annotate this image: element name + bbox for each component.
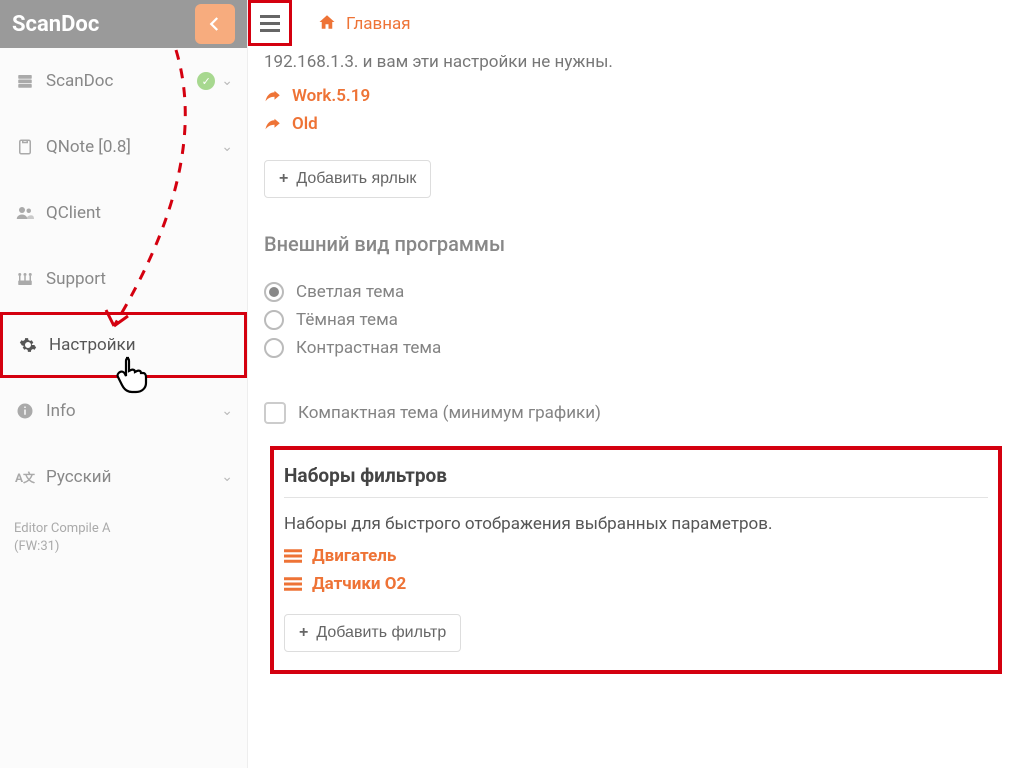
- sidebar-item-scandoc[interactable]: ScanDoc ✓ ⌄: [0, 48, 247, 114]
- info-icon: [14, 402, 36, 420]
- filter-link[interactable]: Двигатель: [284, 546, 988, 566]
- sidebar-item-info[interactable]: Info ⌄: [0, 378, 247, 444]
- chevron-down-icon: ⌄: [221, 403, 233, 419]
- theme-radio-contrast[interactable]: Контрастная тема: [264, 338, 1008, 358]
- filter-label: Датчики О2: [312, 574, 406, 594]
- compact-checkbox[interactable]: Компактная тема (минимум графики): [264, 402, 1008, 424]
- network-icon: [14, 270, 36, 288]
- sidebar-item-qnote[interactable]: QNote [0.8] ⌄: [0, 114, 247, 180]
- filter-label: Двигатель: [312, 546, 396, 566]
- content: 192.168.1.3. и вам эти настройки не нужн…: [248, 48, 1024, 674]
- list-icon: [284, 577, 302, 591]
- list-icon: [284, 549, 302, 563]
- plus-icon: +: [299, 624, 308, 642]
- language-icon: A文: [14, 469, 36, 486]
- chevron-down-icon: ⌄: [221, 139, 233, 155]
- sidebar-label: ScanDoc: [46, 71, 197, 91]
- sidebar-item-settings[interactable]: Настройки: [0, 312, 247, 378]
- sidebar-header: ScanDoc: [0, 0, 247, 48]
- sidebar-label: Support: [46, 269, 233, 289]
- shortcut-label: Old: [292, 114, 318, 134]
- sidebar-item-language[interactable]: A文 Русский ⌄: [0, 444, 247, 510]
- footer-line-2: (FW:31): [14, 538, 233, 556]
- sidebar-label: QClient: [46, 203, 233, 223]
- users-icon: [14, 204, 36, 222]
- add-shortcut-button[interactable]: + Добавить ярлык: [264, 160, 431, 198]
- radio-icon: [264, 338, 284, 358]
- button-label: Добавить ярлык: [296, 170, 416, 188]
- ip-text: 192.168.1.3. и вам эти настройки не нужн…: [264, 52, 1008, 72]
- radio-label: Контрастная тема: [296, 338, 441, 358]
- sidebar-label: Info: [46, 401, 221, 421]
- shortcut-link[interactable]: Work.5.19: [264, 86, 1008, 106]
- filters-title: Наборы фильтров: [284, 464, 988, 498]
- footer-line-1: Editor Compile A: [14, 520, 233, 538]
- topbar: Главная: [248, 0, 1024, 48]
- radio-label: Тёмная тема: [296, 310, 398, 330]
- arrow-left-icon: [206, 15, 224, 33]
- menu-button[interactable]: [248, 0, 292, 46]
- sidebar-item-support[interactable]: Support: [0, 246, 247, 312]
- back-button[interactable]: [195, 4, 235, 44]
- button-label: Добавить фильтр: [316, 624, 446, 642]
- breadcrumb-home: Главная: [346, 14, 411, 34]
- share-icon: [264, 87, 282, 105]
- gear-icon: [17, 336, 39, 354]
- chevron-down-icon: ⌄: [221, 73, 233, 89]
- theme-radio-dark[interactable]: Тёмная тема: [264, 310, 1008, 330]
- main: Главная 192.168.1.3. и вам эти настройки…: [248, 0, 1024, 768]
- checkbox-icon: [264, 402, 286, 424]
- menu-icon: [260, 15, 280, 32]
- share-icon: [264, 115, 282, 133]
- radio-icon: [264, 282, 284, 302]
- home-icon: [318, 13, 336, 36]
- app-title: ScanDoc: [12, 12, 99, 37]
- checkbox-label: Компактная тема (минимум графики): [298, 403, 601, 423]
- appearance-title: Внешний вид программы: [264, 232, 1008, 256]
- radio-icon: [264, 310, 284, 330]
- plus-icon: +: [279, 170, 288, 188]
- theme-radio-light[interactable]: Светлая тема: [264, 282, 1008, 302]
- chevron-down-icon: ⌄: [221, 469, 233, 485]
- sidebar-label: Русский: [46, 467, 221, 487]
- add-filter-button[interactable]: + Добавить фильтр: [284, 614, 461, 652]
- database-icon: [14, 72, 36, 90]
- radio-label: Светлая тема: [296, 282, 404, 302]
- shortcut-link[interactable]: Old: [264, 114, 1008, 134]
- sidebar-label: QNote [0.8]: [46, 137, 221, 157]
- filter-link[interactable]: Датчики О2: [284, 574, 988, 594]
- sidebar-label: Настройки: [49, 335, 230, 355]
- filters-desc: Наборы для быстрого отображения выбранны…: [284, 514, 988, 534]
- sidebar: ScanDoc ScanDoc ✓ ⌄ QNote [0.8] ⌄ QClien…: [0, 0, 248, 768]
- clipboard-icon: [14, 138, 36, 156]
- shortcut-label: Work.5.19: [292, 86, 370, 106]
- filters-panel: Наборы фильтров Наборы для быстрого отоб…: [270, 446, 1002, 674]
- check-icon: ✓: [197, 72, 215, 90]
- sidebar-item-qclient[interactable]: QClient: [0, 180, 247, 246]
- breadcrumb[interactable]: Главная: [318, 13, 411, 36]
- sidebar-footer: Editor Compile A (FW:31): [0, 510, 247, 566]
